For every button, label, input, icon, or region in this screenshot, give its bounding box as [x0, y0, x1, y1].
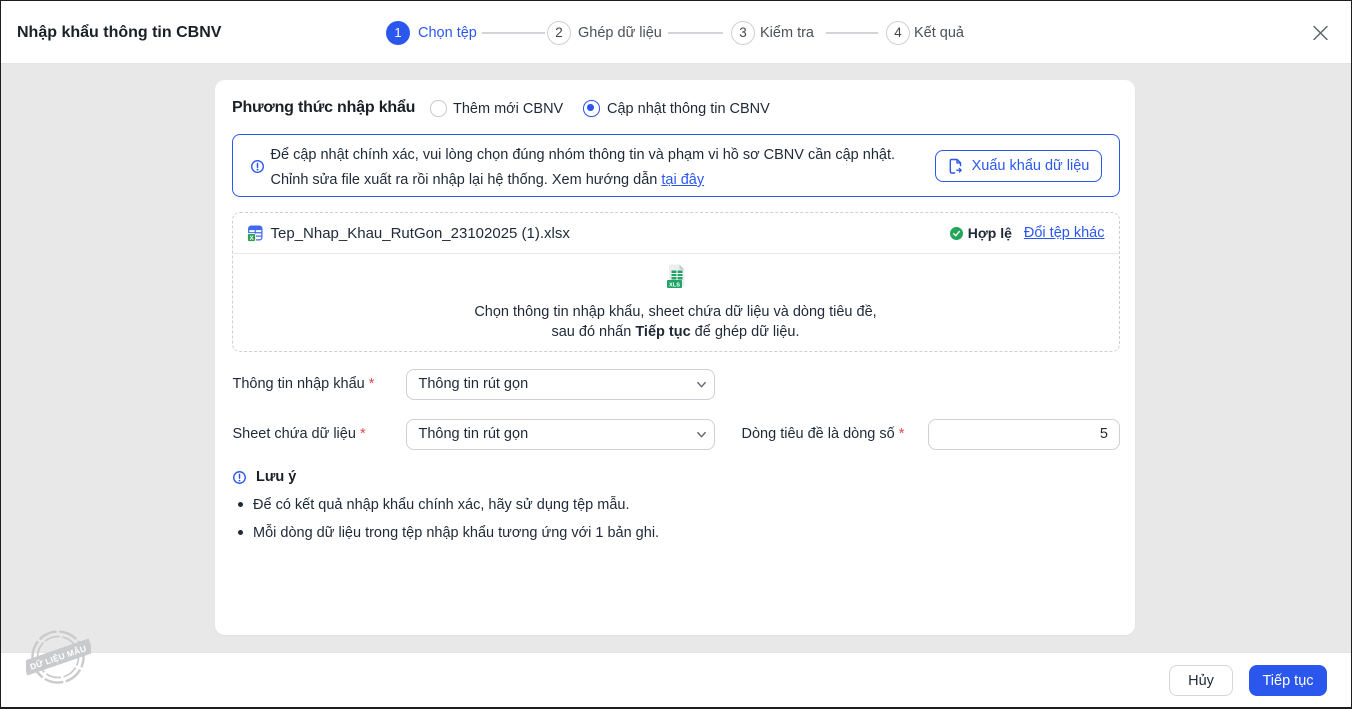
svg-text:XLS: XLS — [669, 282, 680, 288]
